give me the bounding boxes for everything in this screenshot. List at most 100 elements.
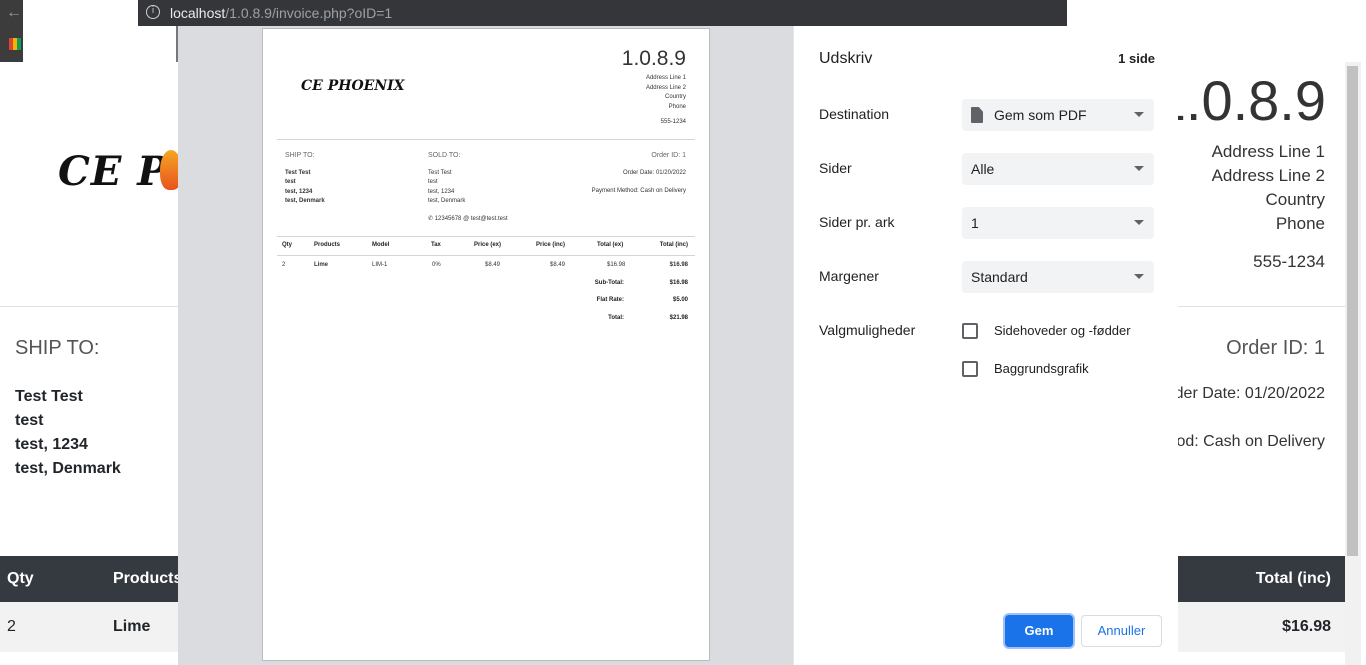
pages-per-sheet-select[interactable]: 1 (962, 207, 1154, 239)
url-text[interactable]: localhost/1.0.8.9/invoice.php?oID=1 (170, 5, 392, 21)
print-dialog-title: Udskriv (819, 50, 873, 67)
total-value: $21.98 (669, 315, 688, 321)
chevron-down-icon (1134, 112, 1144, 117)
cell-qty: 2 (7, 618, 16, 635)
sold-to-line: test, 1234 (428, 188, 455, 195)
apps-icon[interactable] (9, 38, 21, 50)
cell-product: Lime (314, 262, 329, 268)
flat-rate-value: $5.00 (672, 297, 688, 303)
preview-payment-method: Payment Method: Cash on Delivery (591, 188, 686, 194)
address-line: Address Line 2 (645, 84, 686, 91)
ship-to-line: test, 1234 (285, 188, 313, 195)
subtotal-label: Sub-Total: (594, 280, 624, 286)
preview-page: CE PHOENIX 1.0.8.9 Address Line 1 Addres… (262, 28, 710, 661)
preview-logo: CE PHOENIX (301, 78, 405, 94)
ship-to-line: test (285, 179, 296, 186)
column-header: Price (ex) (474, 242, 502, 248)
ship-to-line: test (15, 412, 44, 429)
preview-version: 1.0.8.9 (621, 47, 686, 70)
column-header: Products (113, 570, 183, 587)
cancel-button[interactable]: Annuller (1081, 615, 1162, 647)
preview-sold-to-heading: SOLD TO: (428, 152, 461, 159)
address-line: Address Line 1 (645, 75, 686, 81)
cell-total-inc: $16.98 (669, 262, 688, 268)
preview-order-date: Order Date: 01/20/2022 (622, 170, 686, 176)
preview-sold-to-address: Test Test test test, 1234 test, Denmark (428, 169, 465, 206)
ship-to-line: Test Test (15, 388, 83, 405)
sold-to-line: Test Test (428, 170, 452, 176)
preview-phone: 555-1234 (660, 119, 686, 125)
address-line: Country (664, 94, 686, 100)
column-header: Model (372, 242, 390, 248)
margins-value: Standard (971, 269, 1028, 285)
page-scrollbar[interactable] (1345, 62, 1361, 665)
preview-contact: ✆ 12345678 @ test@test.test (428, 215, 508, 224)
column-header: Total (inc) (659, 242, 688, 248)
ship-to-line: test, Denmark (285, 197, 325, 204)
save-button[interactable]: Gem (1005, 615, 1073, 647)
column-header: Tax (431, 242, 441, 248)
at-icon: @ (463, 216, 470, 222)
column-header: Total (inc) (1255, 570, 1331, 587)
preview-ship-to-heading: SHIP TO: (285, 152, 315, 159)
address-line: Phone (1275, 214, 1325, 233)
pages-value: Alle (971, 161, 995, 177)
chevron-down-icon (1134, 274, 1144, 279)
document-icon (971, 107, 983, 123)
sold-to-line: test (428, 179, 438, 186)
cell-qty: 2 (282, 262, 286, 268)
headers-footers-checkbox[interactable] (962, 323, 978, 339)
cell-model: LIM-1 (372, 262, 388, 268)
margins-label: Margener (819, 268, 879, 284)
store-address: Address Line 1 Address Line 2 Country Ph… (1212, 140, 1325, 236)
total-label: Total: (608, 315, 624, 321)
destination-label: Destination (819, 106, 890, 122)
preview-ship-to-address: Test Test test test, 1234 test, Denmark (285, 169, 325, 206)
store-phone: 555-1234 (1253, 252, 1325, 271)
info-icon[interactable]: i (146, 5, 160, 19)
payment-method: od: Cash on Delivery (1176, 433, 1325, 450)
ship-to-line: test, 1234 (15, 436, 88, 453)
address-line: Address Line 1 (1211, 142, 1325, 161)
order-id: Order ID: 1 (1226, 337, 1325, 359)
browser-left-toolbar: ← (0, 0, 23, 62)
column-header: Products (314, 242, 341, 248)
chevron-down-icon (1134, 166, 1144, 171)
pages-select[interactable]: Alle (962, 153, 1154, 185)
ship-to-heading: SHIP TO: (15, 337, 100, 359)
address-line: Phone (668, 103, 686, 110)
flat-rate-label: Flat Rate: (596, 297, 624, 303)
cell-total-inc: $16.98 (1282, 618, 1331, 635)
background-graphics-label[interactable]: Baggrundsgrafik (994, 361, 1089, 376)
address-line: Address Line 2 (1211, 166, 1325, 185)
margins-select[interactable]: Standard (962, 261, 1154, 293)
subtotal-value: $16.98 (669, 280, 688, 286)
destination-value: Gem som PDF (994, 107, 1087, 123)
address-bar[interactable]: i localhost/1.0.8.9/invoice.php?oID=1 (138, 0, 1067, 26)
ship-to-line: Test Test (285, 170, 311, 176)
divider (277, 139, 695, 140)
cell-price-ex: $8.49 (485, 262, 501, 268)
cell-total-ex: $16.98 (607, 262, 626, 268)
headers-footers-label[interactable]: Sidehoveder og -fødder (994, 323, 1131, 338)
store-version: 1.0.8.9 (1154, 69, 1326, 132)
cell-tax: 0% (432, 262, 441, 268)
background-graphics-checkbox[interactable] (962, 361, 978, 377)
scrollbar-thumb[interactable] (1347, 66, 1358, 556)
preview-order-id: Order ID: 1 (651, 152, 686, 159)
preview-address: Address Line 1 Address Line 2 Country Ph… (646, 74, 686, 112)
chevron-down-icon (1134, 220, 1144, 225)
page-count: 1 side (1118, 51, 1155, 66)
column-header: Total (ex) (597, 242, 624, 248)
address-line: Country (1265, 190, 1325, 209)
column-header: Qty (282, 242, 293, 248)
order-date: der Date: 01/20/2022 (1174, 385, 1325, 402)
contact-phone: 12345678 (434, 216, 462, 222)
contact-email: test@test.test (470, 216, 508, 222)
destination-select[interactable]: Gem som PDF (962, 99, 1154, 131)
pages-label: Sider (819, 160, 852, 176)
back-arrow-icon[interactable]: ← (6, 4, 22, 22)
options-label: Valgmuligheder (819, 322, 916, 338)
ship-to-address: Test Test test test, 1234 test, Denmark (15, 385, 121, 481)
column-header: Qty (7, 570, 34, 587)
